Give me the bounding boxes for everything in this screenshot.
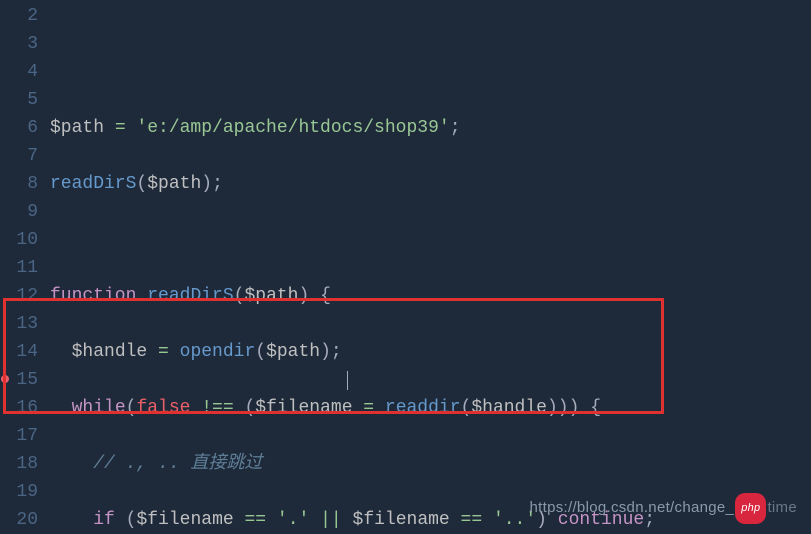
token-operator: !== bbox=[190, 398, 244, 418]
token-string: '..' bbox=[493, 510, 536, 530]
code-line[interactable]: // ., .. 直接跳过 bbox=[50, 450, 811, 478]
token-punct: ( bbox=[461, 398, 472, 418]
token-punct: ( bbox=[244, 398, 255, 418]
token-brace: { bbox=[320, 286, 331, 306]
line-number: 6 bbox=[0, 114, 38, 142]
code-line[interactable]: if ($filename == '.' || $filename == '..… bbox=[50, 506, 811, 534]
token-variable: $filename bbox=[353, 510, 450, 530]
line-number: 8 bbox=[0, 170, 38, 198]
token-string: '.' bbox=[277, 510, 309, 530]
token-operator: = bbox=[147, 342, 179, 362]
code-line[interactable] bbox=[50, 226, 811, 254]
code-area[interactable]: $path = 'e:/amp/apache/htdocs/shop39'; r… bbox=[50, 0, 811, 534]
token-punct: ; bbox=[644, 510, 655, 530]
token-punct: ) bbox=[547, 398, 558, 418]
line-number: 10 bbox=[0, 226, 38, 254]
code-line[interactable]: function readDirS($path) { bbox=[50, 282, 811, 310]
token-punct: ( bbox=[126, 398, 137, 418]
token-space bbox=[136, 286, 147, 306]
token-punct: ) bbox=[569, 398, 580, 418]
gutter-marker-icon bbox=[1, 375, 9, 383]
token-punct: ; bbox=[450, 118, 461, 138]
code-editor: 234567891011121314151617181920 $path = '… bbox=[0, 0, 811, 534]
line-number: 13 bbox=[0, 310, 38, 338]
line-number: 3 bbox=[0, 30, 38, 58]
line-number: 7 bbox=[0, 142, 38, 170]
token-variable: $handle bbox=[72, 342, 148, 362]
token-keyword: while bbox=[72, 398, 126, 418]
token-variable: $path bbox=[50, 118, 104, 138]
token-variable: $path bbox=[266, 342, 320, 362]
token-punct: ( bbox=[136, 174, 147, 194]
token-space bbox=[309, 286, 320, 306]
token-variable: $filename bbox=[136, 510, 233, 530]
token-function-call: readdir bbox=[385, 398, 461, 418]
token-space bbox=[115, 510, 126, 530]
token-space bbox=[579, 398, 590, 418]
token-variable: $path bbox=[147, 174, 201, 194]
line-number: 18 bbox=[0, 450, 38, 478]
token-punct: ) bbox=[201, 174, 212, 194]
line-number: 19 bbox=[0, 478, 38, 506]
token-variable: $path bbox=[244, 286, 298, 306]
line-number: 9 bbox=[0, 198, 38, 226]
line-number: 4 bbox=[0, 58, 38, 86]
token-function-call: readDirS bbox=[50, 174, 136, 194]
token-punct: ( bbox=[234, 286, 245, 306]
line-number: 20 bbox=[0, 506, 38, 534]
token-constant: false bbox=[136, 398, 190, 418]
token-punct: ( bbox=[255, 342, 266, 362]
code-line[interactable] bbox=[50, 58, 811, 86]
token-keyword: function bbox=[50, 286, 136, 306]
token-keyword: continue bbox=[558, 510, 644, 530]
token-punct: ) bbox=[320, 342, 331, 362]
line-number: 5 bbox=[0, 86, 38, 114]
code-line[interactable]: $path = 'e:/amp/apache/htdocs/shop39'; bbox=[50, 114, 811, 142]
line-number: 14 bbox=[0, 338, 38, 366]
line-number-gutter: 234567891011121314151617181920 bbox=[0, 0, 50, 534]
token-keyword: if bbox=[93, 510, 115, 530]
token-brace: { bbox=[590, 398, 601, 418]
line-number: 12 bbox=[0, 282, 38, 310]
token-variable: $handle bbox=[471, 398, 547, 418]
token-punct: ( bbox=[126, 510, 137, 530]
token-punct: ; bbox=[212, 174, 223, 194]
line-number: 16 bbox=[0, 394, 38, 422]
token-punct: ) bbox=[536, 510, 547, 530]
code-line[interactable]: $handle = opendir($path); bbox=[50, 338, 811, 366]
token-comment: // ., .. 直接跳过 bbox=[93, 454, 262, 474]
token-string: 'e:/amp/apache/htdocs/shop39' bbox=[136, 118, 449, 138]
token-function-call: opendir bbox=[180, 342, 256, 362]
token-space bbox=[547, 510, 558, 530]
token-function-def: readDirS bbox=[147, 286, 233, 306]
line-number: 11 bbox=[0, 254, 38, 282]
text-cursor-icon bbox=[347, 371, 348, 390]
token-punct: ) bbox=[558, 398, 569, 418]
token-operator: || bbox=[309, 510, 352, 530]
token-variable: $filename bbox=[255, 398, 352, 418]
code-line[interactable]: readDirS($path); bbox=[50, 170, 811, 198]
token-punct: ) bbox=[298, 286, 309, 306]
token-operator: = bbox=[353, 398, 385, 418]
line-number: 17 bbox=[0, 422, 38, 450]
code-line[interactable]: while(false !== ($filename = readdir($ha… bbox=[50, 394, 811, 422]
token-operator: == bbox=[234, 510, 277, 530]
token-operator: = bbox=[104, 118, 136, 138]
line-number: 2 bbox=[0, 2, 38, 30]
token-punct: ; bbox=[331, 342, 342, 362]
token-operator: == bbox=[450, 510, 493, 530]
